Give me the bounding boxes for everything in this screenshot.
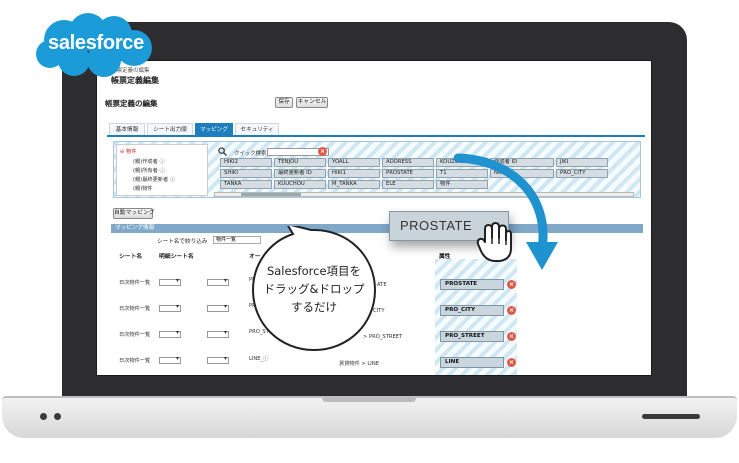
bubble-message: Salesforce項目を ドラッグ&ドロップ するだけ (252, 262, 376, 316)
auto-mapping-button[interactable]: 自動マッピング (113, 208, 155, 219)
clear-search-icon[interactable]: × (318, 147, 327, 156)
row-sheet-name: 日次物件一覧 (119, 306, 151, 312)
remove-attribute-icon[interactable]: × (507, 280, 516, 289)
row-sheet-name: 日次物件一覧 (119, 280, 151, 286)
remove-attribute-icon[interactable]: × (507, 332, 516, 341)
output-select[interactable] (207, 329, 229, 338)
tab-mapping[interactable]: マッピング (195, 123, 233, 135)
tree-item[interactable]: (親)所有者 ⓘ (133, 167, 165, 174)
tab-security[interactable]: セキュリティ (235, 123, 279, 135)
detail-sheet-select[interactable] (159, 329, 181, 338)
grab-hand-icon (476, 222, 512, 262)
col-header-sheet: シート名 (119, 254, 143, 260)
row-field-path: 賃貸物件 > LINE (339, 361, 379, 367)
attribute-drop-column: PROSTATE × PRO_CITY × PRO_STREET × LINE … (435, 259, 517, 375)
detail-sheet-select[interactable] (159, 355, 181, 364)
bubble-line-1: Salesforce項目を (266, 264, 362, 278)
field-chip[interactable]: SHIKI (220, 169, 272, 178)
attribute-chip[interactable]: PROSTATE (440, 279, 504, 290)
laptop-notch (322, 398, 416, 402)
field-chip[interactable]: M_TANKA (328, 180, 380, 189)
field-chip[interactable]: TENJOU (274, 158, 326, 167)
field-chip[interactable]: YOALL (328, 158, 380, 167)
output-select[interactable] (207, 277, 229, 286)
attribute-chip[interactable]: LINE (440, 357, 504, 368)
laptop-illustration: 帳票定義の編集 帳票定義編集 帳票定義の編集 保存 キャンセル 基本情報 シート… (0, 0, 739, 463)
tree-item[interactable]: (親)物件 (133, 185, 153, 192)
detail-sheet-select[interactable] (159, 277, 181, 286)
quick-search-label: クイック検索 (234, 151, 267, 157)
row-sheet-name: 日次物件一覧 (119, 358, 151, 364)
search-icon (218, 147, 227, 156)
remove-attribute-icon[interactable]: × (507, 358, 516, 367)
sheet-filter-label: シート名で絞り込み (157, 239, 208, 245)
output-select[interactable] (207, 355, 229, 364)
field-chip[interactable]: ADDRESS (382, 158, 434, 167)
tree-item[interactable]: (親)最終更新者 ⓘ (133, 176, 175, 183)
indicator-dot (54, 413, 61, 420)
output-select[interactable] (207, 303, 229, 312)
save-button[interactable]: 保存 (275, 97, 293, 108)
tree-item[interactable]: (親)作成者 ⓘ (133, 158, 165, 165)
field-chip[interactable]: HIKI1 (328, 169, 380, 178)
detail-sheet-select[interactable] (159, 303, 181, 312)
salesforce-logo-text: salesforce (48, 32, 144, 54)
col-header-detail-sheet: 明細シート名 (159, 254, 194, 260)
row-output-cell: LINE_ⓘ (249, 356, 269, 362)
field-chip[interactable]: HIKI2 (220, 158, 272, 167)
object-tree: ⊖ 物件 (親)作成者 ⓘ (親)所有者 ⓘ (親)最終更新者 ⓘ (親)物件 (116, 144, 208, 196)
field-chip[interactable]: ELE (382, 180, 434, 189)
attribute-chip[interactable]: PRO_STREET (440, 331, 504, 342)
row-sheet-name: 日次物件一覧 (119, 332, 151, 338)
tab-sheet-order[interactable]: シート出力順 (147, 123, 193, 135)
tab-basic-info[interactable]: 基本情報 (109, 123, 145, 135)
bubble-line-2: ドラッグ&ドロップ (263, 282, 365, 296)
scroll-thumb[interactable] (241, 193, 301, 196)
remove-attribute-icon[interactable]: × (507, 306, 516, 315)
tab-underline (107, 135, 645, 137)
tree-root-item[interactable]: ⊖ 物件 (120, 148, 136, 155)
section-title: 帳票定義の編集 (105, 99, 158, 108)
palette-scrollbar[interactable] (214, 192, 634, 197)
field-chip[interactable]: 最終更新者 ID (274, 169, 326, 178)
field-chip[interactable]: KUUCHOU (274, 180, 326, 189)
attribute-chip[interactable]: PRO_CITY (440, 305, 504, 316)
field-chip[interactable]: TANKA (220, 180, 272, 189)
field-chip[interactable]: PROSTATE (382, 169, 434, 178)
bubble-line-3: するだけ (291, 300, 337, 314)
cancel-button[interactable]: キャンセル (296, 97, 328, 108)
laptop-base (2, 396, 737, 438)
indicator-dot (40, 413, 47, 420)
laptop-slot (642, 414, 700, 419)
